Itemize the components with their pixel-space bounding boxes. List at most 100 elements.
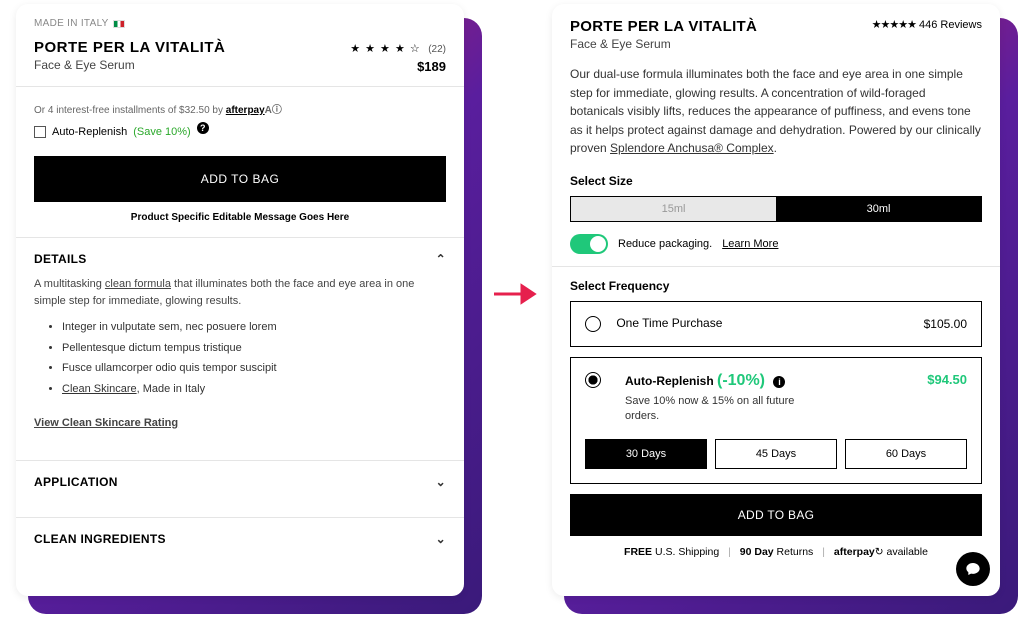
chat-button[interactable] xyxy=(956,552,990,586)
afterpay-prefix: Or 4 interest-free installments of $32.5… xyxy=(34,105,226,116)
r-product-subtitle: Face & Eye Serum xyxy=(570,37,757,51)
accordion-application: APPLICATION ⌄ xyxy=(16,460,464,503)
radio-unchecked-icon[interactable] xyxy=(585,316,601,332)
desc-post: . xyxy=(774,141,777,155)
complex-link[interactable]: Splendore Anchusa® Complex xyxy=(610,141,774,155)
autoreplenish-row[interactable]: Auto-Replenish (Save 10%) ? xyxy=(34,126,446,138)
bullet-item: Integer in vulputate sem, nec posuere lo… xyxy=(62,319,446,336)
clean-formula-link[interactable]: clean formula xyxy=(105,278,171,290)
footer-afterpay[interactable]: afterpay xyxy=(834,546,875,558)
product-title: PORTE PER LA VITALITÀ xyxy=(34,39,225,56)
details-body-pre: A multitasking xyxy=(34,278,105,290)
ar-left: Auto-Replenish (-10%) i Save 10% now & 1… xyxy=(585,372,825,425)
packaging-toggle-row: Reduce packaging. Learn More xyxy=(570,234,982,254)
product-description: Our dual-use formula illuminates both th… xyxy=(570,65,982,158)
autoreplenish-checkbox[interactable] xyxy=(34,126,46,138)
period-30[interactable]: 30 Days xyxy=(585,439,707,469)
rating-row[interactable]: ★ ★ ★ ★ ☆ (22) xyxy=(350,39,446,57)
divider xyxy=(16,86,464,87)
onetime-price: $105.00 xyxy=(924,317,967,331)
divider xyxy=(552,266,1000,267)
packaging-toggle[interactable] xyxy=(570,234,608,254)
panel-before: MADE IN ITALY PORTE PER LA VITALITÀ Face… xyxy=(16,4,464,596)
learn-more-link[interactable]: Learn More xyxy=(722,238,778,250)
footer-free: FREE xyxy=(624,546,652,558)
chevron-up-icon: ⌃ xyxy=(436,252,446,266)
accordion-application-title: APPLICATION xyxy=(34,475,118,489)
onetime-left: One Time Purchase xyxy=(585,316,722,332)
accordion-details: DETAILS ⌃ A multitasking clean formula t… xyxy=(16,237,464,446)
bullet-item: Pellentesque dictum tempus tristique xyxy=(62,340,446,357)
r-product-title: PORTE PER LA VITALITÀ xyxy=(570,18,757,35)
afterpay-loop-icon: ↻ xyxy=(875,546,884,558)
r-header-row: PORTE PER LA VITALITÀ Face & Eye Serum ★… xyxy=(570,18,982,51)
toggle-text: Reduce packaging. xyxy=(618,238,712,250)
footer-ship: U.S. Shipping xyxy=(652,546,719,558)
panel-after: PORTE PER LA VITALITÀ Face & Eye Serum ★… xyxy=(552,4,1000,596)
bullet-item: Fusce ullamcorper odio quis tempor susci… xyxy=(62,360,446,377)
clean-skincare-link[interactable]: Clean Skincare xyxy=(62,383,137,395)
ar-discount: (-10%) xyxy=(717,372,765,389)
footer-line: FREE U.S. Shipping | 90 Day Returns | af… xyxy=(570,546,982,558)
size-selector: 15ml 30ml xyxy=(570,196,982,222)
accordion-details-title: DETAILS xyxy=(34,252,87,266)
ar-text-block: Auto-Replenish (-10%) i Save 10% now & 1… xyxy=(625,372,825,425)
period-45[interactable]: 45 Days xyxy=(715,439,837,469)
star-icons: ★ ★ ★ ★ ☆ xyxy=(350,43,421,55)
product-message: Product Specific Editable Message Goes H… xyxy=(34,212,446,223)
r-review-count: 446 Reviews xyxy=(919,19,982,31)
period-60[interactable]: 60 Days xyxy=(845,439,967,469)
accordion-details-body: A multitasking clean formula that illumi… xyxy=(34,276,446,432)
rating-price-block: ★ ★ ★ ★ ☆ (22) $189 xyxy=(350,39,446,74)
bullet-item: Clean Skincare, Made in Italy xyxy=(62,381,446,398)
arrow-icon xyxy=(494,282,538,311)
star-icons: ★★★★★ xyxy=(872,19,916,31)
italy-flag-icon xyxy=(113,20,125,28)
accordion-details-header[interactable]: DETAILS ⌃ xyxy=(34,252,446,266)
chevron-down-icon: ⌄ xyxy=(436,475,446,489)
radio-checked-icon[interactable] xyxy=(585,372,601,388)
bullet3-post: , Made in Italy xyxy=(137,383,205,395)
onetime-option[interactable]: One Time Purchase $105.00 xyxy=(570,301,982,347)
chat-icon xyxy=(965,561,981,577)
afterpay-symbol: Aⓘ xyxy=(265,105,282,116)
view-rating-link[interactable]: View Clean Skincare Rating xyxy=(34,415,178,432)
chevron-down-icon: ⌄ xyxy=(436,532,446,546)
info-icon[interactable]: ? xyxy=(197,122,209,134)
ar-title: Auto-Replenish xyxy=(625,374,717,388)
r-add-to-bag-button[interactable]: ADD TO BAG xyxy=(570,494,982,536)
r-title-block: PORTE PER LA VITALITÀ Face & Eye Serum xyxy=(570,18,757,51)
info-icon[interactable]: i xyxy=(773,376,785,388)
footer-returns: Returns xyxy=(774,546,814,558)
frequency-label: Select Frequency xyxy=(570,279,982,293)
autoreplenish-option[interactable]: Auto-Replenish (-10%) i Save 10% now & 1… xyxy=(570,357,982,484)
onetime-label: One Time Purchase xyxy=(616,316,722,330)
ar-sub: Save 10% now & 15% on all future orders. xyxy=(625,394,825,425)
ar-price: $94.50 xyxy=(927,372,967,387)
price: $189 xyxy=(350,59,446,74)
review-count: (22) xyxy=(428,44,446,55)
details-bullets: Integer in vulputate sem, nec posuere lo… xyxy=(62,319,446,397)
made-in-text: MADE IN ITALY xyxy=(34,18,109,29)
accordion-ingredients-title: CLEAN INGREDIENTS xyxy=(34,532,166,546)
accordion-ingredients: CLEAN INGREDIENTS ⌄ xyxy=(16,517,464,560)
comparison-stage: MADE IN ITALY PORTE PER LA VITALITÀ Face… xyxy=(0,0,1024,617)
toggle-knob xyxy=(590,236,606,252)
autoreplenish-save: (Save 10%) xyxy=(133,126,190,138)
add-to-bag-button[interactable]: ADD TO BAG xyxy=(34,156,446,202)
footer-avail: available xyxy=(884,546,928,558)
separator: | xyxy=(822,546,825,558)
autoreplenish-label: Auto-Replenish xyxy=(52,126,127,138)
period-selector: 30 Days 45 Days 60 Days xyxy=(585,439,967,469)
accordion-application-header[interactable]: APPLICATION ⌄ xyxy=(34,475,446,489)
separator: | xyxy=(728,546,731,558)
footer-90: 90 Day xyxy=(740,546,774,558)
size-option-30ml[interactable]: 30ml xyxy=(776,197,981,221)
r-reviews-block[interactable]: ★★★★★ 446 Reviews xyxy=(872,18,982,31)
product-subtitle: Face & Eye Serum xyxy=(34,58,225,72)
size-option-15ml: 15ml xyxy=(571,197,776,221)
header-row: PORTE PER LA VITALITÀ Face & Eye Serum ★… xyxy=(34,39,446,74)
made-in-label: MADE IN ITALY xyxy=(34,18,446,29)
afterpay-logo[interactable]: afterpay xyxy=(226,105,265,116)
accordion-ingredients-header[interactable]: CLEAN INGREDIENTS ⌄ xyxy=(34,532,446,546)
